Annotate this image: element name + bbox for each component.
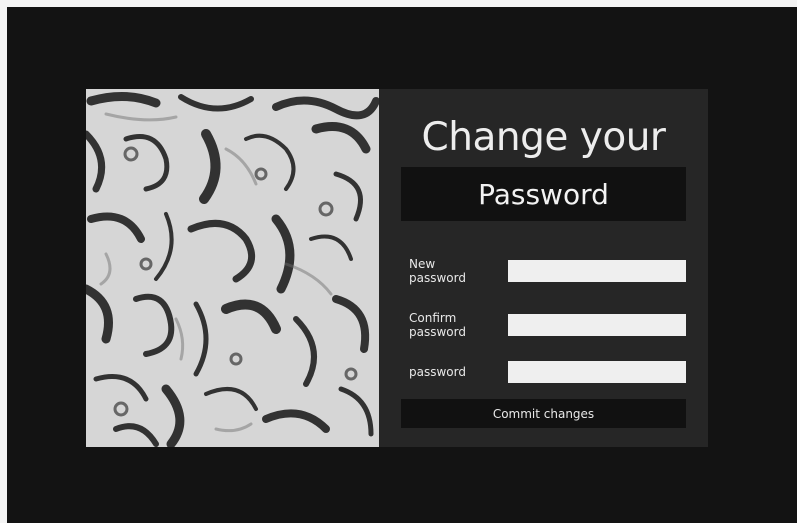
- change-password-card: Change your Password New password Confir…: [86, 89, 708, 447]
- confirm-password-label: Confirm password: [409, 311, 466, 339]
- new-password-label: New password: [409, 257, 466, 285]
- page-subtitle: Password: [478, 177, 609, 211]
- password-input[interactable]: [508, 361, 686, 383]
- confirm-password-input[interactable]: [508, 314, 686, 336]
- page-title: Change your: [421, 115, 666, 160]
- abstract-brush-pattern: [86, 89, 379, 447]
- commit-changes-button[interactable]: Commit changes: [401, 399, 686, 428]
- page-background: Change your Password New password Confir…: [7, 7, 797, 523]
- form-panel: Change your Password New password Confir…: [379, 89, 708, 447]
- password-label: password: [409, 365, 466, 379]
- new-password-input[interactable]: [508, 260, 686, 282]
- subtitle-box: Password: [401, 167, 686, 221]
